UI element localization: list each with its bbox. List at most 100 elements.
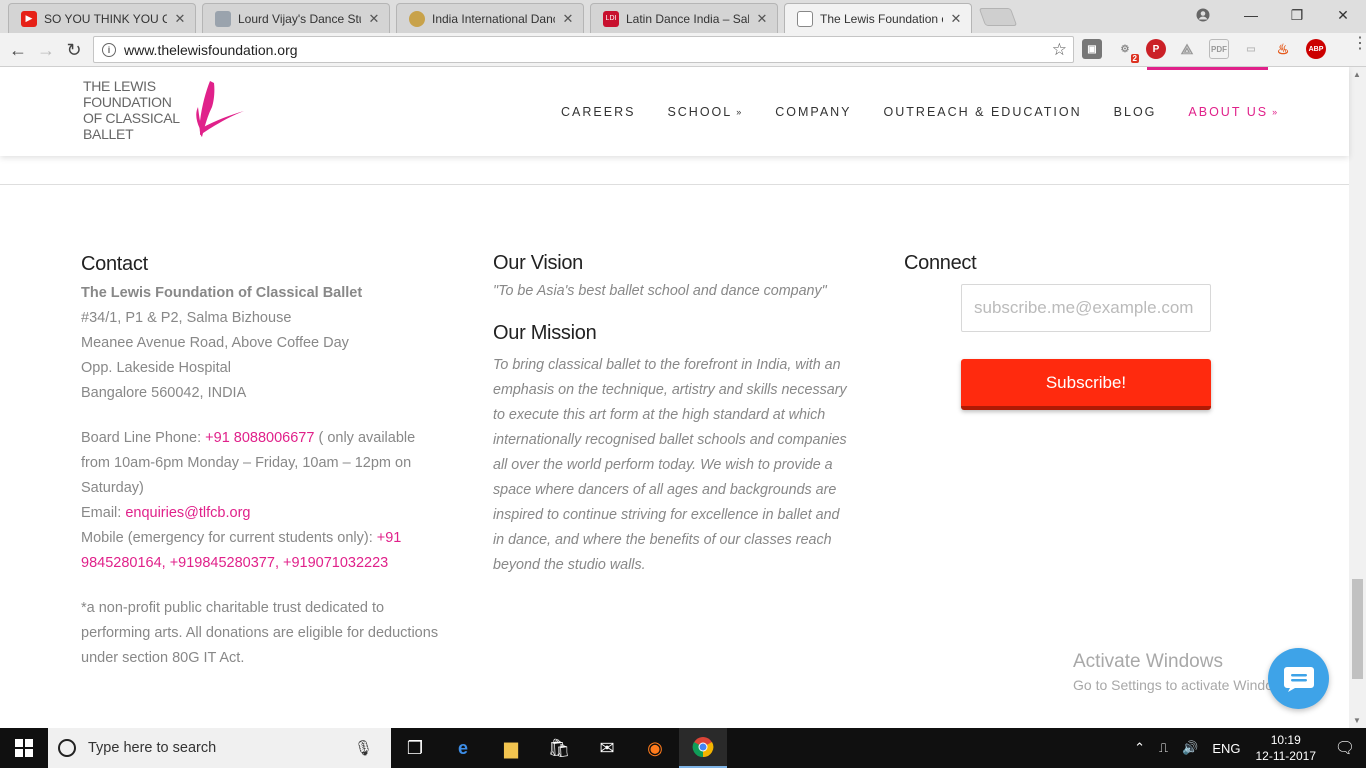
pinterest-icon[interactable]: P	[1146, 39, 1166, 59]
tab-lewis-foundation[interactable]: The Lewis Foundation of ✕	[784, 3, 972, 34]
edge-icon[interactable]: e	[439, 728, 487, 768]
acrobat-icon[interactable]: ⟁	[1177, 39, 1197, 59]
info-icon[interactable]: i	[102, 42, 116, 57]
close-icon[interactable]: ✕	[367, 11, 381, 27]
watermark-subtitle: Go to Settings to activate Windows.	[1073, 677, 1294, 693]
language-indicator[interactable]: ENG	[1212, 741, 1240, 756]
close-icon[interactable]: ✕	[561, 11, 575, 27]
nav-label: ABOUT US	[1188, 104, 1269, 119]
fire-icon[interactable]: ♨	[1273, 39, 1293, 59]
browser-toolbar: ← → ↻ i www.thelewisfoundation.org ☆ ▣ ⚙…	[0, 33, 1366, 67]
tab-title: SO YOU THINK YOU CAN	[44, 11, 167, 26]
new-tab-button[interactable]	[978, 8, 1018, 26]
file-explorer-icon[interactable]: ▆	[487, 728, 535, 768]
mobile-label: Mobile (emergency for current students o…	[81, 530, 377, 546]
web-page: THE LEWIS FOUNDATION OF CLASSICAL BALLET…	[0, 67, 1366, 728]
document-icon	[797, 11, 813, 27]
window-controls: — ❐ ✕	[1178, 0, 1366, 30]
vision-section: Our Vision "To be Asia's best ballet sch…	[493, 252, 853, 578]
close-icon[interactable]: ✕	[755, 11, 769, 27]
tab-title: Latin Dance India – Salsa	[626, 11, 749, 26]
activate-windows-watermark: Activate Windows Go to Settings to activ…	[1073, 651, 1294, 693]
task-view-icon[interactable]: ❐	[391, 728, 439, 768]
email-label: Email:	[81, 505, 126, 521]
nav-about-us[interactable]: ABOUT US»	[1188, 105, 1279, 119]
watermark-title: Activate Windows	[1073, 651, 1223, 672]
address-bar[interactable]: i www.thelewisfoundation.org ☆	[93, 36, 1074, 63]
chat-icon	[1283, 666, 1314, 692]
chat-widget-button[interactable]	[1268, 648, 1329, 709]
mission-heading: Our Mission	[493, 322, 597, 344]
clock[interactable]: 10:19 12-11-2017	[1256, 732, 1317, 764]
pdf-icon[interactable]: PDF	[1209, 39, 1229, 59]
tab-title: Lourd Vijay's Dance Stud	[238, 11, 361, 26]
subscribe-button[interactable]: Subscribe!	[961, 359, 1211, 410]
close-window-button[interactable]: ✕	[1320, 0, 1366, 30]
menu-icon[interactable]: ⋮	[1352, 36, 1366, 52]
page-icon	[215, 10, 231, 27]
extension-sync-icon[interactable]: ⚙ 2	[1115, 39, 1139, 63]
network-icon[interactable]: ⎍	[1159, 740, 1168, 756]
main-nav: CAREERS SCHOOL» COMPANY OUTREACH & EDUCA…	[545, 67, 1295, 156]
subscribe-email-input[interactable]: subscribe.me@example.com	[961, 284, 1211, 332]
back-button[interactable]: ←	[5, 37, 31, 63]
contact-phones: Board Line Phone: +91 8088006677 ( only …	[81, 426, 441, 576]
minimize-button[interactable]: —	[1228, 0, 1274, 30]
tab-latin-dance-india[interactable]: LDI Latin Dance India – Salsa ✕	[590, 3, 778, 33]
start-button[interactable]	[0, 728, 48, 768]
profile-icon[interactable]	[1178, 0, 1228, 30]
page-scrollbar[interactable]: ▲ ▼	[1349, 67, 1366, 728]
tab-youtube[interactable]: ▶ SO YOU THINK YOU CAN ✕	[8, 3, 196, 33]
store-icon[interactable]: 🛍	[535, 728, 583, 768]
windows-taskbar: Type here to search 🎙 ❐ e ▆ 🛍 ✉ ◉ ⌃ ⎍ 🔊 …	[0, 728, 1366, 768]
address-line: Meanee Avenue Road, Above Coffee Day	[81, 335, 349, 351]
close-icon[interactable]: ✕	[949, 11, 963, 27]
nav-label: SCHOOL	[667, 104, 733, 119]
firefox-icon[interactable]: ◉	[631, 728, 679, 768]
scroll-down-icon[interactable]: ▼	[1353, 716, 1361, 725]
taskbar-search[interactable]: Type here to search 🎙	[48, 728, 391, 768]
mail-icon[interactable]: ✉	[583, 728, 631, 768]
scroll-up-icon[interactable]: ▲	[1353, 70, 1361, 79]
close-icon[interactable]: ✕	[173, 11, 187, 27]
forward-button[interactable]: →	[33, 37, 59, 63]
site-icon	[409, 10, 425, 27]
nav-label: COMPANY	[775, 104, 852, 119]
tab-title: India International Dance	[432, 11, 555, 26]
cortana-icon	[58, 739, 76, 757]
vision-heading: Our Vision	[493, 252, 584, 274]
chevron-down-icon: »	[736, 106, 744, 117]
contact-heading: Contact	[81, 253, 148, 275]
microphone-icon[interactable]: 🎙	[354, 739, 373, 757]
tab-title: The Lewis Foundation of	[820, 12, 943, 26]
chevron-down-icon: »	[1272, 106, 1280, 117]
email-link[interactable]: enquiries@tlfcb.org	[125, 505, 250, 521]
clock-time: 10:19	[1270, 733, 1301, 747]
chevron-up-icon[interactable]: ⌃	[1134, 740, 1145, 756]
maximize-button[interactable]: ❐	[1274, 0, 1320, 30]
contact-address: The Lewis Foundation of Classical Ballet…	[81, 281, 441, 406]
extension-gray-icon[interactable]: ▭	[1241, 39, 1261, 59]
extension-icon[interactable]: ▣	[1082, 39, 1102, 59]
tab-lourd-vijay[interactable]: Lourd Vijay's Dance Stud ✕	[202, 3, 390, 33]
nav-school[interactable]: SCHOOL»	[667, 105, 743, 119]
bookmark-star-icon[interactable]: ☆	[1052, 40, 1067, 60]
tab-india-international-dance[interactable]: India International Dance ✕	[396, 3, 584, 33]
extension-badge: 2	[1130, 54, 1139, 63]
nav-careers[interactable]: CAREERS	[561, 105, 635, 119]
adblock-icon[interactable]: ABP	[1306, 39, 1326, 59]
nav-blog[interactable]: BLOG	[1114, 105, 1157, 119]
chrome-icon[interactable]	[679, 728, 727, 768]
scroll-thumb[interactable]	[1352, 579, 1363, 679]
footnote: *a non-profit public charitable trust de…	[81, 600, 439, 666]
address-line: Bangalore 560042, INDIA	[81, 385, 247, 401]
volume-icon[interactable]: 🔊	[1182, 740, 1198, 756]
contact-section: Contact The Lewis Foundation of Classica…	[81, 252, 441, 691]
nav-outreach-education[interactable]: OUTREACH & EDUCATION	[884, 105, 1082, 119]
mission-text: To bring classical ballet to the forefro…	[493, 357, 847, 573]
nav-company[interactable]: COMPANY	[775, 105, 851, 119]
notifications-icon[interactable]: 🗨	[1330, 738, 1360, 758]
nav-label: BLOG	[1113, 104, 1157, 119]
reload-button[interactable]: ↻	[61, 37, 87, 63]
board-phone-link[interactable]: +91 8088006677	[205, 430, 314, 446]
